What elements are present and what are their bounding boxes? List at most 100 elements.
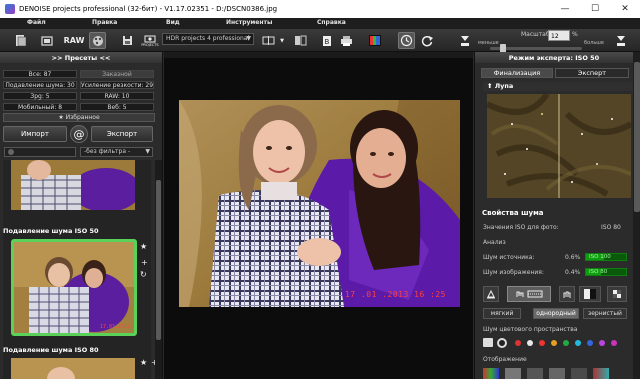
zoom-input[interactable]: 12 xyxy=(548,30,570,41)
display-thumb-6[interactable] xyxy=(593,368,609,379)
star-icon[interactable]: ★ xyxy=(140,358,147,367)
open-icon[interactable] xyxy=(12,32,29,49)
menu-file[interactable]: Файл xyxy=(27,19,46,26)
compare-dropdown-icon[interactable]: ▼ xyxy=(278,32,286,49)
preset-label-iso50: Подавление шума ISO 50 xyxy=(3,227,99,235)
noise-pick-hand-icon[interactable] xyxy=(507,286,551,302)
projects-button[interactable]: PROJECTS xyxy=(140,32,160,49)
presets-palette-icon[interactable] xyxy=(89,32,106,49)
menu-edit[interactable]: Правка xyxy=(92,19,117,26)
display-thumb-4[interactable] xyxy=(549,368,565,379)
menu-view[interactable]: Вид xyxy=(166,19,180,26)
zoom-less-label: меньше xyxy=(478,40,499,46)
add-icon[interactable]: + xyxy=(141,258,148,267)
stat-custom[interactable]: Заказной xyxy=(80,70,154,78)
grain-coarse-button[interactable]: зернистый xyxy=(583,308,627,319)
color-dot[interactable] xyxy=(611,340,617,346)
preset-thumb-iso80[interactable] xyxy=(11,358,135,379)
loupe-header[interactable]: ⬆ Лупа xyxy=(483,82,633,91)
grain-soft-button[interactable]: мягкий xyxy=(483,308,521,319)
zoom-in-icon[interactable] xyxy=(612,32,629,49)
hand-icon[interactable] xyxy=(559,286,575,302)
color-dot[interactable] xyxy=(563,340,569,346)
stat-3rg[interactable]: Зрg: 5 xyxy=(3,92,77,100)
measure-icon[interactable] xyxy=(483,286,499,302)
tab-finalization[interactable]: Финализация xyxy=(481,68,553,78)
display-thumb-5[interactable] xyxy=(571,368,587,379)
refresh-icon[interactable]: ↻ xyxy=(140,270,147,279)
grain-uniform-button[interactable]: однородный xyxy=(533,308,579,319)
filter-select[interactable]: -без фильтра - ▼ xyxy=(80,147,153,157)
projects-label: PROJECTS xyxy=(141,42,159,47)
camera-icon[interactable] xyxy=(483,338,493,347)
print-icon[interactable] xyxy=(338,32,355,49)
raw-button[interactable]: RAW xyxy=(63,32,85,49)
color-dot[interactable] xyxy=(587,340,593,346)
chevron-down-icon: ▼ xyxy=(145,148,150,155)
expert-scrollbar[interactable] xyxy=(633,52,640,379)
maximize-button[interactable]: ☐ xyxy=(580,0,610,18)
zoom-unit: % xyxy=(572,31,578,38)
stat-raw[interactable]: RAW: 10 xyxy=(80,92,154,100)
menu-help[interactable]: Справка xyxy=(317,19,346,26)
zoom-label: Масштаб xyxy=(521,31,550,38)
contrast-icon[interactable] xyxy=(579,286,601,302)
color-dot[interactable] xyxy=(515,340,521,346)
color-dot[interactable] xyxy=(599,340,605,346)
menu-bar: Файл Правка Вид Инструменты Справка xyxy=(0,18,640,29)
display-thumb-2[interactable] xyxy=(505,368,521,379)
image-noise-bar: ISO 80 xyxy=(585,268,627,276)
batch-icon[interactable]: B xyxy=(318,32,335,49)
color-dot[interactable] xyxy=(539,340,545,346)
save-icon[interactable] xyxy=(119,32,136,49)
at-button[interactable]: @ xyxy=(70,125,88,143)
zoom-fit-icon[interactable] xyxy=(456,32,473,49)
aperture-icon[interactable] xyxy=(497,338,507,348)
tab-expert[interactable]: Эксперт xyxy=(555,68,629,78)
display-thumb-3[interactable] xyxy=(527,368,543,379)
compare-icon[interactable] xyxy=(260,32,277,49)
color-profile-icon[interactable] xyxy=(366,32,383,49)
minimize-button[interactable]: — xyxy=(550,0,580,18)
preset-thumb-prev[interactable] xyxy=(11,160,135,210)
stat-sharpen[interactable]: Усиление резкости: 29 xyxy=(80,81,154,89)
preset-select[interactable]: HDR projects 4 professional ▼ xyxy=(162,33,254,45)
expert-panel: Режим эксперта: ISO 50 Финализация Экспе… xyxy=(474,52,640,379)
gallery-icon[interactable] xyxy=(38,32,55,49)
search-filter-input[interactable] xyxy=(4,147,76,157)
preview-top-strip xyxy=(164,52,473,58)
iso-label: Значения ISO для фото: xyxy=(483,224,559,231)
loupe-view[interactable] xyxy=(487,94,631,198)
stat-denoise[interactable]: Подавление шума: 30 xyxy=(3,81,77,89)
presets-header: >> Пресеты << xyxy=(0,52,162,63)
analysis-label: Анализ xyxy=(483,239,506,246)
image-noise-pct: 0.4% xyxy=(565,269,581,276)
star-icon[interactable]: ★ xyxy=(140,242,147,251)
display-thumb-1[interactable] xyxy=(483,368,499,379)
menu-tools[interactable]: Инструменты xyxy=(226,19,272,26)
stat-mobile[interactable]: Мобильный: 8 xyxy=(3,103,77,111)
close-button[interactable]: ✕ xyxy=(610,0,640,18)
redo-icon[interactable] xyxy=(419,32,436,49)
display-label: Отображение xyxy=(483,356,527,363)
favorites-button[interactable]: ★ Избранное xyxy=(3,113,155,122)
zoom-slider[interactable] xyxy=(490,44,582,53)
color-dot[interactable] xyxy=(575,340,581,346)
color-dot[interactable] xyxy=(551,340,557,346)
expert-scrollbar-thumb[interactable] xyxy=(634,62,640,212)
export-button[interactable]: Экспорт xyxy=(91,126,153,142)
history-icon[interactable] xyxy=(398,32,415,49)
color-dot[interactable] xyxy=(527,340,533,346)
split-view-icon[interactable] xyxy=(292,32,309,49)
preset-label-iso80: Подавление шума ISO 80 xyxy=(3,346,99,354)
grid-toggle-icon[interactable] xyxy=(607,286,627,302)
preset-thumb-iso50[interactable]: 17.01.2013 xyxy=(11,239,137,336)
presets-scrollbar[interactable] xyxy=(155,160,162,379)
presets-scrollbar-thumb[interactable] xyxy=(156,180,161,340)
stat-all[interactable]: Все: 87 xyxy=(3,70,77,78)
main-photo[interactable]: 17 .01 .2013 16 :25 xyxy=(179,100,460,307)
stat-web[interactable]: Веб: 5 xyxy=(80,103,154,111)
search-toggle-icon[interactable] xyxy=(8,149,14,155)
date-stamp: 17 .01 .2013 16 :25 xyxy=(344,290,446,299)
import-button[interactable]: Импорт xyxy=(3,126,67,142)
